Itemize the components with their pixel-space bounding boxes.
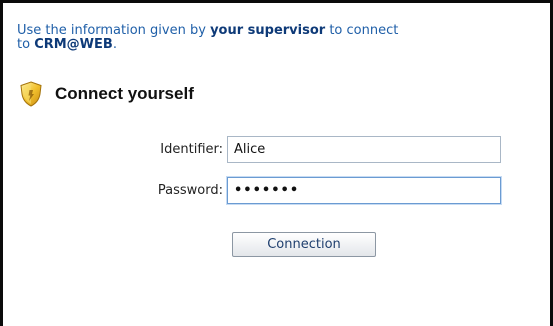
password-input[interactable] [227,177,501,204]
password-label: Password: [157,183,223,198]
intro-line2-text: to [17,37,35,52]
intro-line2-end: . [112,37,117,52]
intro-line1-end: to connect [325,23,399,38]
intro-text: Use the information given by your superv… [17,24,527,52]
identifier-label: Identifier: [160,142,223,157]
identifier-input[interactable] [227,136,501,163]
connection-button[interactable]: Connection [232,232,376,257]
app-name: CRM@WEB [34,37,113,52]
login-panel: Use the information given by your superv… [0,0,553,326]
page-title: Connect yourself [55,84,194,103]
shield-icon [20,81,42,107]
supervisor-emphasis: your supervisor [210,23,326,38]
intro-line1-text: Use the information given by [17,23,211,38]
section-heading: Connect yourself [19,81,194,107]
